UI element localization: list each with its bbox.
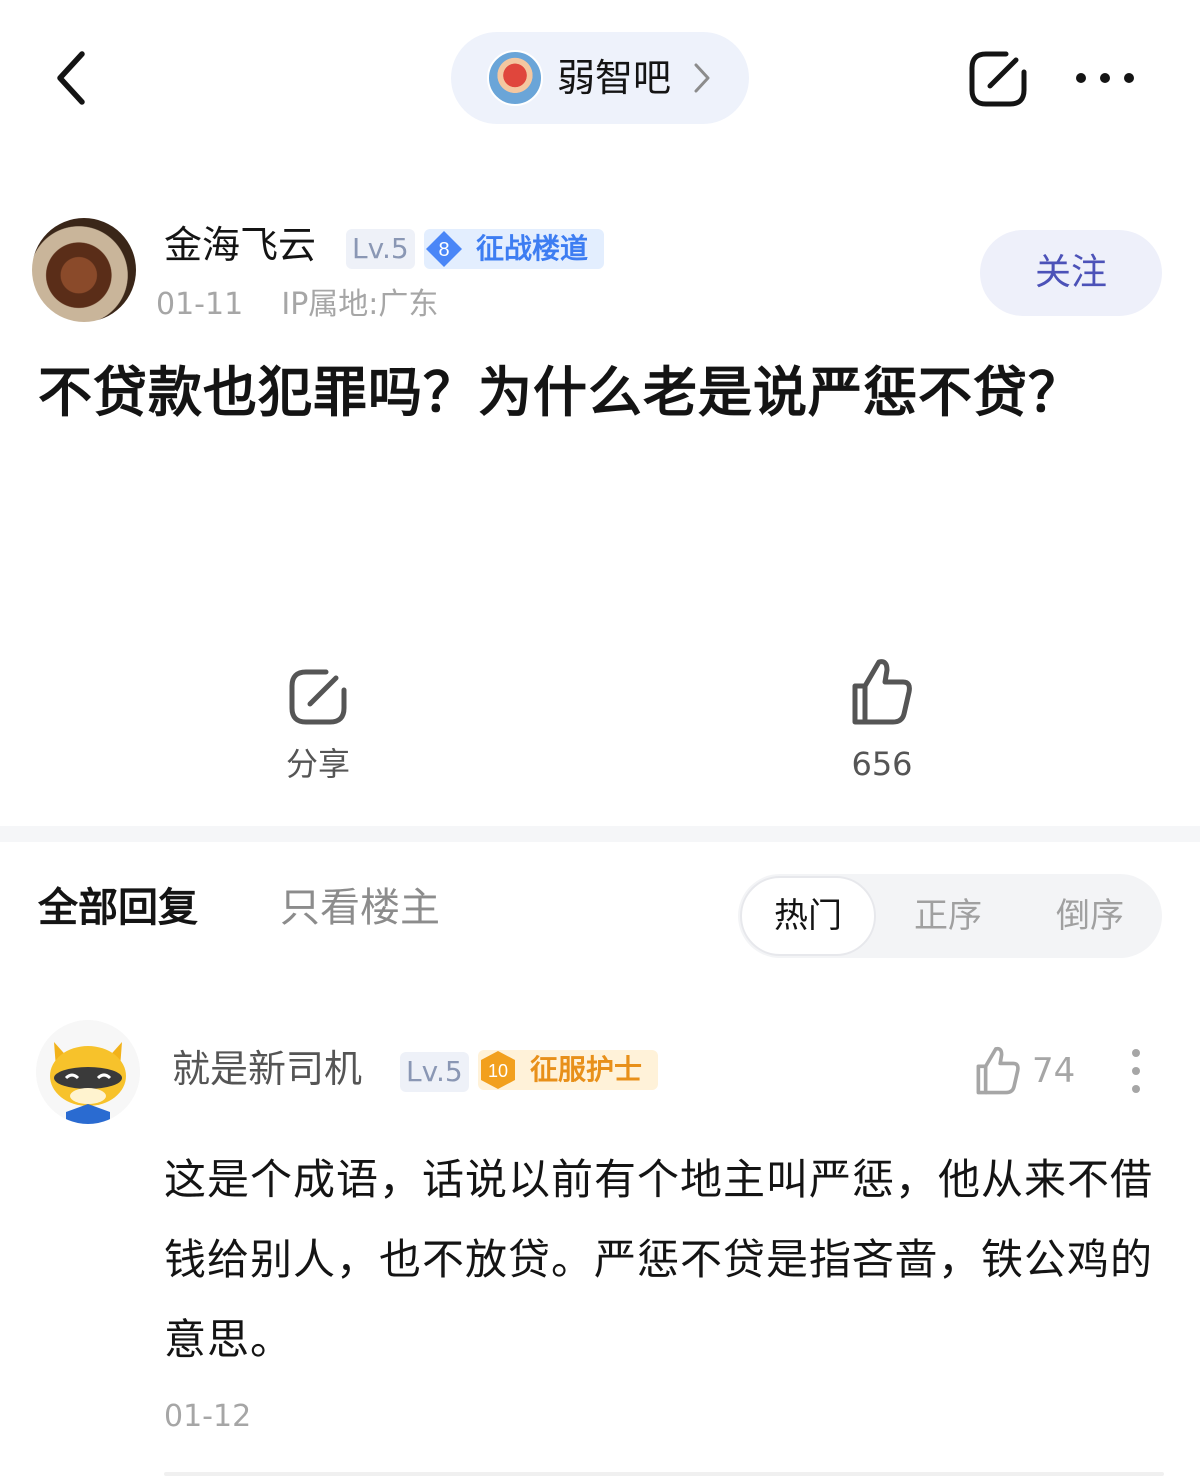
thumbs-up-icon — [852, 659, 912, 725]
follow-button[interactable]: 关注 — [980, 230, 1162, 316]
share-icon — [969, 51, 1027, 107]
commenter-badge-title: 征服护士 — [530, 1053, 643, 1086]
diamond-badge-icon: 8 — [426, 231, 462, 267]
post-title: 不贷款也犯罪吗？为什么老是说严惩不贷？ — [38, 361, 1083, 424]
post-like-button[interactable]: 656 — [832, 656, 932, 784]
commenter-name[interactable]: 就是新司机 — [172, 1042, 362, 1096]
chevron-left-icon — [57, 51, 85, 105]
tab-op-only[interactable]: 只看楼主 — [280, 880, 440, 936]
author-badge-title: 征战楼道 — [476, 232, 589, 265]
share-label: 分享 — [285, 745, 350, 783]
sort-hot-button[interactable]: 热门 — [740, 876, 876, 956]
commenter-title-badge: 10 征服护士 — [478, 1050, 658, 1090]
sort-toggle: 热门 正序 倒序 — [738, 874, 1162, 958]
raccoon-avatar-icon — [36, 1020, 140, 1124]
share-button[interactable] — [966, 46, 1030, 110]
share-icon — [289, 669, 347, 725]
top-bar: 弱智吧 — [0, 0, 1200, 150]
sort-ascending-button[interactable]: 正序 — [914, 874, 982, 958]
author-badge-number: 8 — [438, 239, 449, 261]
author-name[interactable]: 金海飞云 — [164, 218, 316, 272]
author-avatar[interactable] — [32, 218, 136, 322]
next-item-edge — [164, 1472, 1164, 1476]
sort-descending-button[interactable]: 倒序 — [1056, 874, 1124, 958]
post-meta: 01-11 IP属地:广东 — [156, 282, 438, 328]
comment-more-button[interactable] — [1128, 1048, 1144, 1094]
comment-like-count: 74 — [1032, 1051, 1076, 1091]
chevron-right-icon — [694, 63, 710, 93]
comment-date: 01-12 — [164, 1399, 252, 1434]
post-date: 01-11 — [156, 287, 244, 322]
commenter-level-badge: Lv.5 — [400, 1052, 469, 1092]
forum-name: 弱智吧 — [557, 56, 672, 100]
ip-location: IP属地:广东 — [281, 287, 439, 322]
commenter-avatar[interactable] — [36, 1020, 140, 1124]
comment-text: 这是个成语，话说以前有个地主叫严惩，他从来不借钱给别人，也不放贷。严惩不贷是指吝… — [164, 1155, 1154, 1364]
hexagon-badge-icon: 10 — [481, 1051, 515, 1089]
author-title-badge: 8 征战楼道 — [424, 229, 604, 269]
more-dots-icon — [1076, 73, 1134, 83]
more-options-button[interactable] — [1074, 70, 1136, 86]
thumbs-up-icon — [976, 1046, 1020, 1095]
post-share-button[interactable]: 分享 — [270, 664, 366, 784]
author-level-badge: Lv.5 — [346, 229, 415, 269]
like-count: 656 — [851, 745, 913, 783]
back-button[interactable] — [48, 48, 96, 108]
section-divider — [0, 826, 1200, 842]
forum-avatar — [487, 50, 543, 106]
comment-like-button[interactable] — [974, 1044, 1022, 1096]
commenter-badge-number: 10 — [488, 1061, 508, 1081]
vertical-dots-icon — [1132, 1049, 1140, 1093]
forum-entry-button[interactable]: 弱智吧 — [451, 32, 749, 124]
tab-all-replies[interactable]: 全部回复 — [38, 880, 198, 936]
